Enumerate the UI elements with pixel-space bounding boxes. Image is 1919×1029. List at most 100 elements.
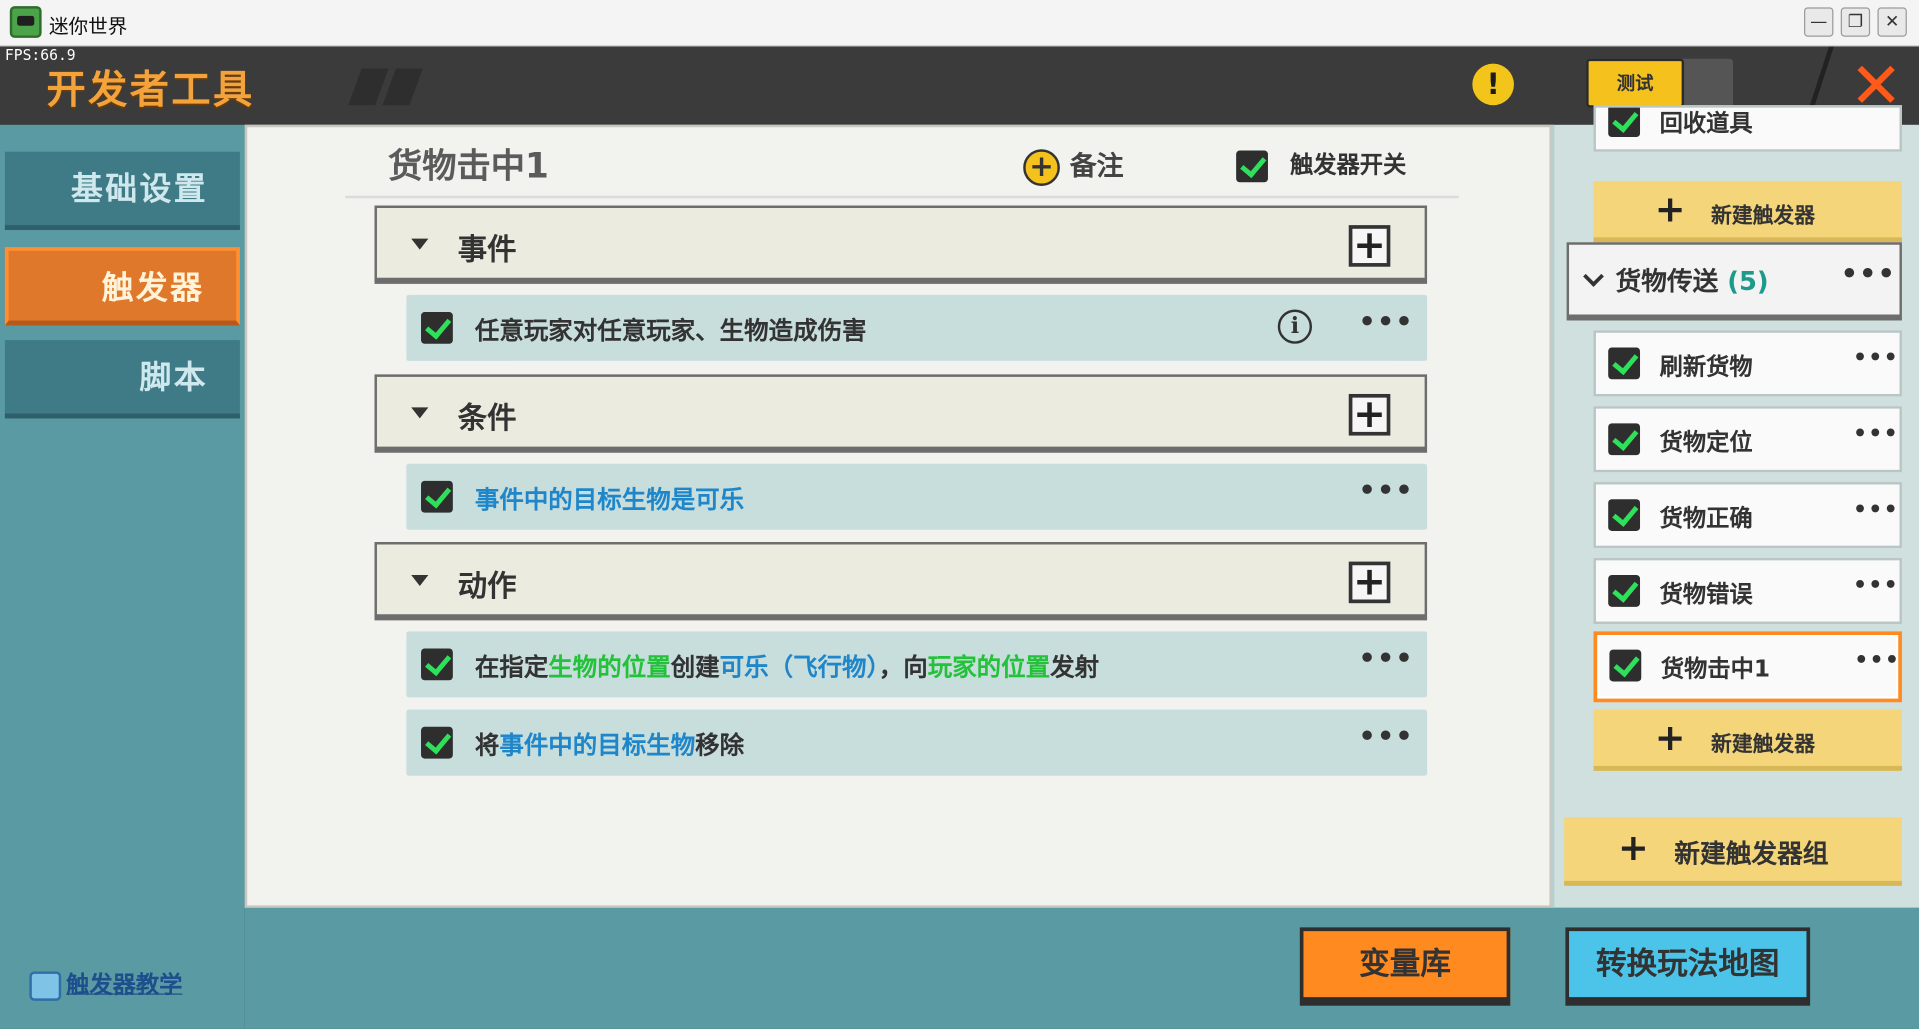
plus-icon: + xyxy=(1617,827,1649,870)
book-icon xyxy=(29,970,62,1001)
add-action-button[interactable]: + xyxy=(1348,561,1391,604)
trigger-group-name: 货物传送 xyxy=(1615,266,1719,297)
add-condition-button[interactable]: + xyxy=(1348,394,1391,436)
new-trigger-group-button[interactable]: + 新建触发器组 xyxy=(1564,817,1902,886)
new-trigger-button[interactable]: + 新建触发器 xyxy=(1593,181,1902,243)
trigger-card-partial[interactable]: 回收道具 xyxy=(1593,105,1902,152)
trigger-card[interactable]: 货物定位 ••• xyxy=(1593,406,1902,473)
trigger-group-count: (5) xyxy=(1727,266,1769,297)
event-section-header[interactable]: 事件 + xyxy=(374,205,1428,284)
add-note-button[interactable]: + 备注 xyxy=(1023,144,1124,186)
trigger-switch[interactable]: 触发器开关 xyxy=(1236,147,1406,182)
more-options-icon[interactable]: ••• xyxy=(1841,259,1896,290)
new-trigger-label: 新建触发器 xyxy=(1711,732,1816,758)
variable-library-button[interactable]: 变量库 xyxy=(1299,927,1511,1006)
new-trigger-group-label: 新建触发器组 xyxy=(1674,839,1829,869)
more-options-icon[interactable]: ••• xyxy=(1853,421,1899,447)
checkbox-checked-icon[interactable] xyxy=(1608,499,1641,531)
collapse-arrow-icon[interactable] xyxy=(411,238,429,250)
event-row[interactable]: 任意玩家对任意玩家、生物造成伤害 i ••• xyxy=(406,294,1428,361)
condition-text: 事件中的目标生物是可乐 xyxy=(474,484,745,514)
checkbox-checked-icon[interactable] xyxy=(421,480,453,513)
action-text-part: ，向 xyxy=(878,652,928,682)
sidebar-item-basic-settings[interactable]: 基础设置 xyxy=(4,151,240,231)
trigger-card[interactable]: 刷新货物 ••• xyxy=(1593,330,1902,397)
header-decoration xyxy=(348,68,389,106)
sidebar-item-scripts[interactable]: 脚本 xyxy=(4,340,240,419)
checkbox-checked-icon[interactable] xyxy=(1608,423,1641,456)
checkbox-checked-icon[interactable] xyxy=(1608,575,1641,607)
note-label: 备注 xyxy=(1069,151,1124,183)
trigger-card-label: 货物定位 xyxy=(1659,429,1753,457)
action-row[interactable]: 将事件中的目标生物移除 ••• xyxy=(406,709,1428,776)
checkbox-checked-icon[interactable] xyxy=(1236,149,1268,182)
minimize-button[interactable]: — xyxy=(1804,7,1834,37)
window-close-button[interactable]: ✕ xyxy=(1877,7,1907,37)
collapse-arrow-icon[interactable] xyxy=(411,575,429,587)
test-button[interactable]: 测试 xyxy=(1586,58,1685,108)
more-options-icon[interactable]: ••• xyxy=(1853,573,1899,599)
action-row[interactable]: 在指定生物的位置创建可乐（飞行物），向玩家的位置发射 ••• xyxy=(406,631,1428,698)
action-param-creature-position[interactable]: 生物的位置 xyxy=(548,652,670,681)
test-toggle[interactable]: 测试 xyxy=(1586,58,1734,108)
trigger-card-label: 货物正确 xyxy=(1659,505,1753,533)
checkbox-checked-icon[interactable] xyxy=(1609,649,1642,682)
condition-section-label: 条件 xyxy=(457,401,517,436)
trigger-card[interactable]: 货物正确 ••• xyxy=(1593,482,1902,549)
new-trigger-label: 新建触发器 xyxy=(1711,204,1816,229)
condition-row[interactable]: 事件中的目标生物是可乐 ••• xyxy=(406,463,1428,530)
trigger-tutorial-link[interactable]: 触发器教学 xyxy=(29,967,182,1001)
more-options-icon[interactable]: ••• xyxy=(1359,307,1414,338)
action-param-target-creature[interactable]: 事件中的目标生物 xyxy=(499,730,695,759)
plus-icon: + xyxy=(1654,716,1686,760)
info-icon[interactable]: i xyxy=(1277,309,1313,344)
app-icon xyxy=(9,6,42,38)
action-param-projectile[interactable]: 可乐（飞行物） xyxy=(720,652,879,681)
collapse-arrow-icon[interactable] xyxy=(411,407,429,419)
trigger-card-label: 刷新货物 xyxy=(1659,353,1753,381)
warning-icon[interactable]: ! xyxy=(1472,63,1514,106)
trigger-tutorial-label: 触发器教学 xyxy=(66,971,183,999)
action-section-header[interactable]: 动作 + xyxy=(374,542,1428,621)
action-text: 在指定生物的位置创建可乐（飞行物），向玩家的位置发射 xyxy=(475,647,1099,682)
chevron-down-icon[interactable] xyxy=(1583,266,1604,287)
action-text: 将事件中的目标生物移除 xyxy=(475,726,744,761)
action-text-part: 发射 xyxy=(1050,652,1100,682)
trigger-card[interactable]: 货物错误 ••• xyxy=(1593,557,1902,624)
add-event-button[interactable]: + xyxy=(1348,225,1391,267)
event-text: 任意玩家对任意玩家、生物造成伤害 xyxy=(474,315,867,346)
trigger-list-panel: 回收道具 + 新建触发器 货物传送 (5) ••• 刷新货物 ••• 货物定位 … xyxy=(1551,105,1919,908)
checkbox-checked-icon[interactable] xyxy=(421,648,453,681)
action-text-part: 移除 xyxy=(695,730,745,760)
trigger-card-selected[interactable]: 货物击中1 ••• xyxy=(1593,631,1902,703)
more-options-icon[interactable]: ••• xyxy=(1359,644,1414,675)
window-titlebar: 迷你世界 — ❐ ✕ xyxy=(0,0,1919,47)
action-text-part: 在指定 xyxy=(474,652,549,682)
more-options-icon[interactable]: ••• xyxy=(1853,345,1899,371)
checkbox-checked-icon[interactable] xyxy=(1608,347,1641,380)
more-options-icon[interactable]: ••• xyxy=(1359,476,1414,507)
more-options-icon[interactable]: ••• xyxy=(1853,497,1899,523)
checkbox-checked-icon[interactable] xyxy=(421,726,453,759)
trigger-name-title[interactable]: 货物击中1 xyxy=(388,139,549,188)
developer-tools-window: 迷你世界 — ❐ ✕ FPS:66.9 开发者工具 ! 测试 ✕ 基础设置 触发… xyxy=(0,0,1919,1029)
new-trigger-button[interactable]: + 新建触发器 xyxy=(1593,709,1902,771)
more-options-icon[interactable]: ••• xyxy=(1359,722,1414,753)
header-decoration xyxy=(382,68,423,106)
convert-map-button[interactable]: 转换玩法地图 xyxy=(1565,927,1811,1006)
trigger-switch-label: 触发器开关 xyxy=(1289,151,1407,179)
trigger-card-label: 货物错误 xyxy=(1659,581,1753,609)
trigger-card-label: 货物击中1 xyxy=(1660,655,1771,683)
more-options-icon[interactable]: ••• xyxy=(1854,647,1900,673)
action-param-player-position[interactable]: 玩家的位置 xyxy=(928,652,1050,681)
condition-section-header[interactable]: 条件 + xyxy=(374,374,1428,453)
plus-circle-icon: + xyxy=(1023,149,1060,186)
trigger-group-header[interactable]: 货物传送 (5) ••• xyxy=(1566,242,1902,321)
checkbox-checked-icon[interactable] xyxy=(421,311,453,344)
action-text-part: 将 xyxy=(474,730,500,760)
checkbox-checked-icon[interactable] xyxy=(1608,107,1641,138)
maximize-button[interactable]: ❐ xyxy=(1840,7,1871,37)
event-section-label: 事件 xyxy=(457,232,517,267)
sidebar-item-triggers[interactable]: 触发器 xyxy=(4,247,240,326)
left-sidebar: 基础设置 触发器 脚本 触发器教学 xyxy=(0,124,245,1029)
